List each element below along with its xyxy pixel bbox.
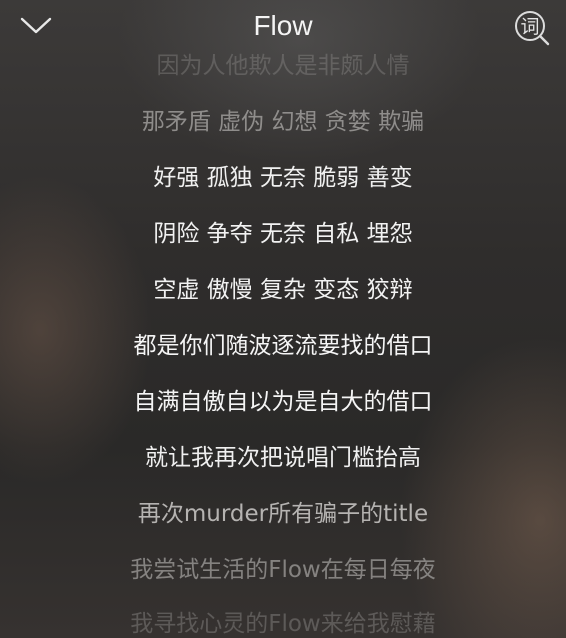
lyrics-list[interactable]: 因为人他欺人是非颇人情 那矛盾 虚伪 幻想 贪婪 欺骗 好强 孤独 无奈 脆弱 …	[0, 48, 566, 638]
lyric-line: 空虚 傲慢 复杂 变态 狡辩	[153, 277, 413, 303]
lyric-line: 我尝试生活的Flow在每日每夜	[130, 557, 436, 583]
lyric-line: 就让我再次把说唱门槛抬高	[145, 445, 421, 471]
lyric-line: 因为人他欺人是非颇人情	[156, 53, 410, 79]
lyric-line: 我寻找心灵的Flow来给我慰藉	[130, 611, 436, 637]
lyric-line: 好强 孤独 无奈 脆弱 善变	[153, 165, 413, 191]
song-title: Flow	[253, 10, 313, 41]
lyrics-screen: Flow 词 因为人他欺人是非颇人情 那矛盾 虚伪 幻想 贪婪 欺骗 好强 孤独…	[0, 0, 566, 638]
lyric-line: 那矛盾 虚伪 幻想 贪婪 欺骗	[141, 109, 425, 135]
lyric-line: 再次murder所有骗子的title	[137, 501, 429, 527]
lyric-search-button[interactable]: 词	[512, 8, 552, 48]
lyric-line: 都是你们随波逐流要找的借口	[133, 333, 433, 359]
lyric-search-icon: 词	[515, 11, 550, 46]
lyric-glyph: 词	[520, 16, 539, 38]
lyric-line: 自满自傲自以为是自大的借口	[133, 389, 433, 415]
lyric-line: 阴险 争夺 无奈 自私 埋怨	[153, 221, 413, 247]
